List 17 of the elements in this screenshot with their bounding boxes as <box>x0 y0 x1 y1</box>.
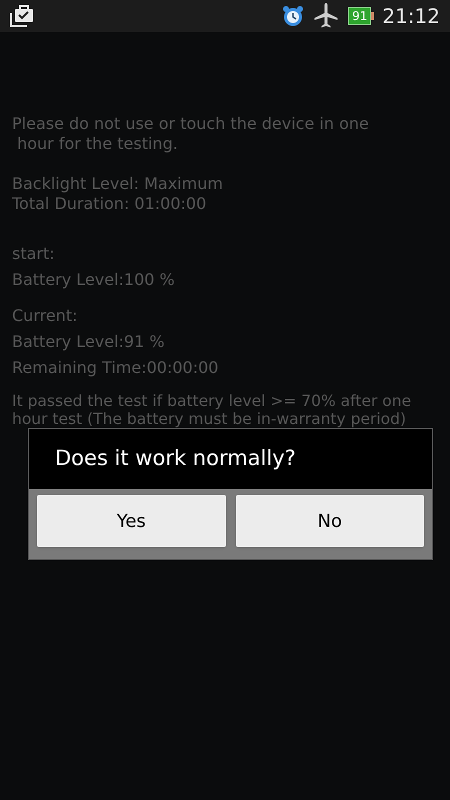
briefcase-check-icon <box>10 5 34 27</box>
dialog-button[interactable]: No <box>236 495 424 547</box>
pass-criteria-text: It passed the test if battery level >= 70% after one hour test (The battery must be in-warranty period) <box>12 392 412 428</box>
status-text: Remaining Time:00:00:00 <box>12 358 220 378</box>
section-heading: start: <box>12 244 56 264</box>
instruction-text: Please do not use or touch the device in one hour for the testing. <box>12 114 370 154</box>
setting-text: Backlight Level: Maximum <box>12 174 224 194</box>
airplane-icon <box>314 3 338 29</box>
status-text: Battery Level:91 % <box>12 332 166 352</box>
alarm-clock-icon <box>282 5 304 27</box>
status-text: Battery Level:100 % <box>12 270 176 290</box>
setting-text: Total Duration: 01:00:00 <box>12 194 208 214</box>
clock-time: 21:12 <box>382 3 440 30</box>
battery-percentage: 91 <box>348 7 372 25</box>
section-heading: Current: <box>12 306 78 326</box>
dialog-button[interactable]: Yes <box>37 495 226 547</box>
dialog-message: Does it work normally? <box>55 445 296 472</box>
